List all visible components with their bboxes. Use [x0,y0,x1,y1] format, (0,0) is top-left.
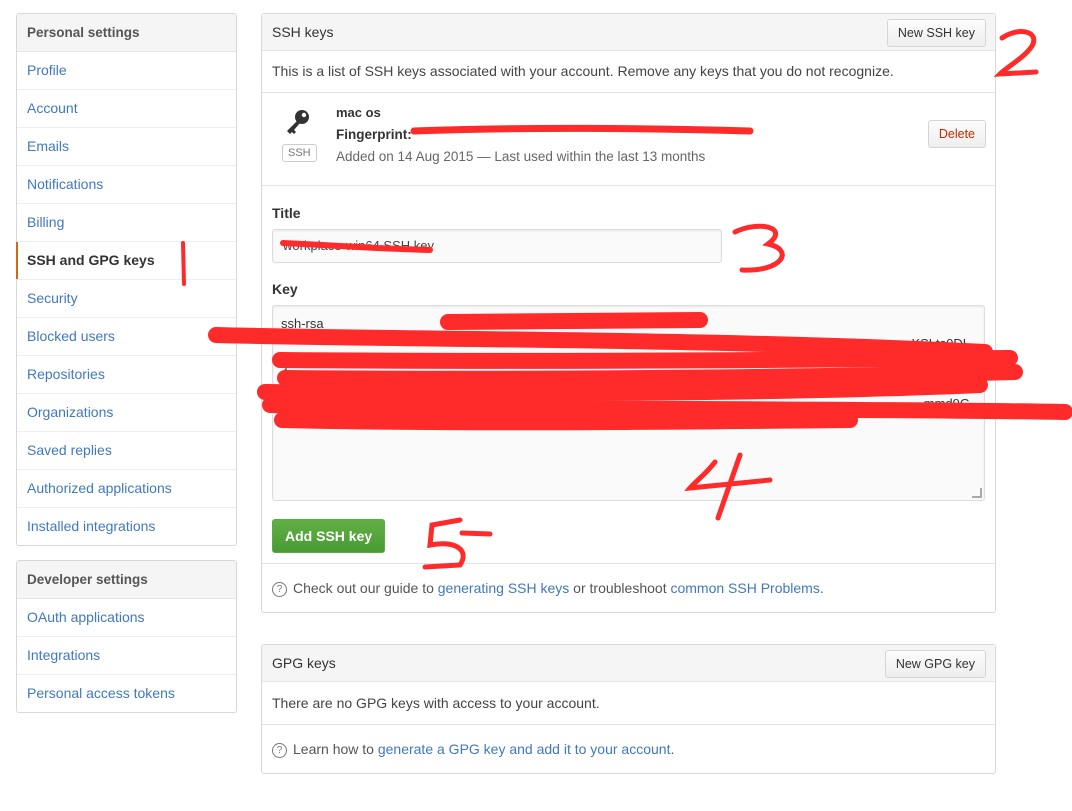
sidebar-item-security[interactable]: Security [17,280,236,318]
ssh-keys-header: SSH keys New SSH key [262,14,995,51]
ssh-key-name: mac os [336,105,381,120]
gpg-empty-text: There are no GPG keys with access to you… [272,695,600,711]
ssh-key-item: SSH mac os Fingerprint: Added on 14 Aug … [262,93,995,186]
key-textarea[interactable]: ssh-rsa KSLts0DL /j mmd9G Administrator@ [272,305,985,501]
textarea-resize-handle[interactable] [972,488,982,498]
sidebar-item-account[interactable]: Account [17,90,236,128]
ssh-keys-description-row: This is a list of SSH keys associated wi… [262,51,995,93]
question-icon: ? [272,743,287,758]
title-label: Title [272,205,301,221]
ssh-keys-box: SSH keys New SSH key This is a list of S… [261,13,996,613]
sidebar-item-billing[interactable]: Billing [17,204,236,242]
add-ssh-key-form: Title workplace-win64 SSH key Key ssh-rs… [262,186,995,564]
key-textarea-line-1: ssh-rsa [281,316,324,331]
sidebar-item-saved-replies[interactable]: Saved replies [17,432,236,470]
sidebar-item-personal-access-tokens[interactable]: Personal access tokens [17,675,236,712]
new-gpg-key-button[interactable]: New GPG key [884,650,986,678]
sidebar-item-profile[interactable]: Profile [17,52,236,90]
gpg-help-prefix: Learn how to [293,741,378,757]
sidebar-item-integrations[interactable]: Integrations [17,637,236,675]
generating-ssh-keys-link[interactable]: generating SSH keys [438,580,570,596]
gpg-keys-box: GPG keys New GPG key There are no GPG ke… [261,644,996,774]
personal-settings-menu: Personal settings Profile Account Emails… [16,13,237,546]
sidebar-item-emails[interactable]: Emails [17,128,236,166]
sidebar-item-ssh-gpg-keys[interactable]: SSH and GPG keys [16,242,236,280]
key-label: Key [272,281,298,297]
gpg-help-row: ? Learn how to generate a GPG key and add… [262,725,995,773]
generate-gpg-key-link[interactable]: generate a GPG key and add it to your ac… [378,741,671,757]
title-input[interactable]: workplace-win64 SSH key [272,229,722,263]
gpg-keys-title: GPG keys [272,655,336,671]
ssh-keys-description: This is a list of SSH keys associated wi… [272,63,894,79]
sidebar-item-oauth-applications[interactable]: OAuth applications [17,599,236,637]
ssh-badge: SSH [282,144,317,162]
personal-settings-heading: Personal settings [17,14,236,52]
key-icon [282,108,314,134]
ssh-key-added: Added on 14 Aug 2015 — Last used within … [336,149,706,164]
common-ssh-problems-link[interactable]: common SSH Problems [670,580,819,596]
ssh-help-prefix: Check out our guide to [293,580,438,596]
sidebar-item-authorized-applications[interactable]: Authorized applications [17,470,236,508]
sidebar-item-blocked-users[interactable]: Blocked users [17,318,236,356]
gpg-empty-row: There are no GPG keys with access to you… [262,682,995,725]
key-textarea-tail-1: KSLts0DL [911,336,970,351]
title-input-value: workplace-win64 SSH key [283,238,435,253]
sidebar-item-installed-integrations[interactable]: Installed integrations [17,508,236,545]
add-ssh-key-button[interactable]: Add SSH key [272,519,386,553]
gpg-help-suffix: . [670,741,675,757]
ssh-key-fingerprint-label: Fingerprint: [336,127,412,142]
developer-settings-heading: Developer settings [17,561,236,599]
key-textarea-line-3: /j [281,356,288,371]
sidebar-item-repositories[interactable]: Repositories [17,356,236,394]
sidebar-item-notifications[interactable]: Notifications [17,166,236,204]
gpg-keys-header: GPG keys New GPG key [262,645,995,682]
key-textarea-last-line: Administrator@ [353,416,443,431]
ssh-help-suffix: . [819,580,824,596]
question-icon: ? [272,582,287,597]
annotation-2-stroke [993,29,1039,77]
delete-ssh-key-button[interactable]: Delete [927,120,986,148]
ssh-help-row: ? Check out our guide to generating SSH k… [262,564,995,612]
ssh-help-middle: or troubleshoot [569,580,671,596]
key-textarea-tail-2: mmd9G [923,396,970,411]
new-ssh-key-button[interactable]: New SSH key [886,19,986,47]
ssh-keys-title: SSH keys [272,24,334,40]
developer-settings-menu: Developer settings OAuth applications In… [16,560,237,713]
sidebar-item-organizations[interactable]: Organizations [17,394,236,432]
